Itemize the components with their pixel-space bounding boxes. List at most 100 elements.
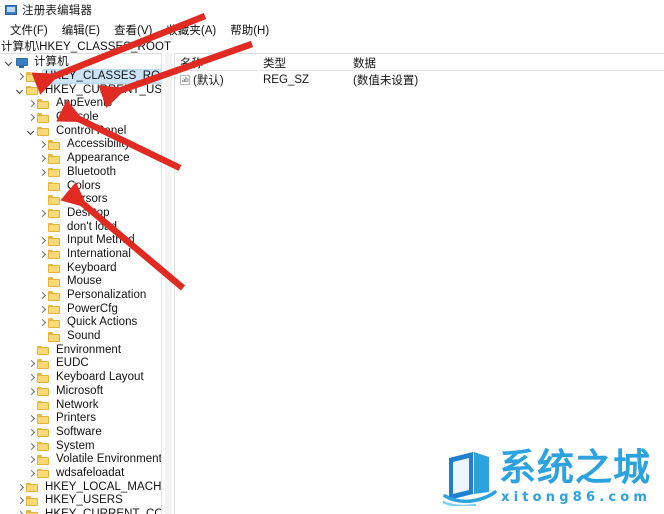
tree-node-environment[interactable]: Environment	[0, 343, 161, 357]
menu-item-edit[interactable]: 编辑(E)	[56, 22, 108, 38]
folder-icon	[37, 345, 51, 356]
chevron-right-icon[interactable]	[26, 371, 37, 384]
folder-icon	[48, 153, 62, 164]
chevron-right-icon[interactable]	[26, 97, 37, 110]
chevron-down-icon[interactable]	[4, 56, 15, 69]
tree-node-console[interactable]: Console	[0, 111, 161, 125]
chevron-right-icon[interactable]	[26, 453, 37, 466]
pane-splitter[interactable]	[161, 53, 175, 514]
tree-node-quick-actions[interactable]: Quick Actions	[0, 316, 161, 330]
tree-node-hkey-local-machine[interactable]: HKEY_LOCAL_MACHINE	[0, 480, 161, 494]
chevron-right-icon[interactable]	[15, 508, 26, 514]
folder-icon	[37, 454, 51, 465]
chevron-down-icon[interactable]	[26, 125, 37, 138]
registry-editor-icon	[4, 3, 18, 17]
tree-node-bluetooth[interactable]: Bluetooth	[0, 166, 161, 180]
tree-scrollbar[interactable]	[165, 53, 172, 514]
chevron-right-icon[interactable]	[26, 440, 37, 453]
tree-node-wdsafeloadat[interactable]: wdsafeloadat	[0, 467, 161, 481]
tree-node-hkey-users[interactable]: HKEY_USERS	[0, 494, 161, 508]
folder-icon	[48, 263, 62, 274]
chevron-right-icon[interactable]	[26, 426, 37, 439]
menu-item-help[interactable]: 帮助(H)	[224, 22, 277, 38]
tree-node-label: Appearance	[67, 152, 130, 165]
chevron-right-icon[interactable]	[26, 385, 37, 398]
folder-icon	[48, 304, 62, 315]
chevron-right-icon[interactable]	[37, 234, 48, 247]
tree-node-label: Quick Actions	[67, 316, 138, 329]
column-header-type[interactable]: 类型	[263, 55, 353, 71]
tree-node-hkey-current-user[interactable]: HKEY_CURRENT_USER	[0, 83, 161, 97]
tree-node-don-t-load[interactable]: don't load	[0, 220, 161, 234]
chevron-right-icon[interactable]	[37, 316, 48, 329]
registry-tree-pane[interactable]: 计算机HKEY_CLASSES_ROOTHKEY_CURRENT_USERApp…	[0, 53, 161, 514]
tree-node-label: wdsafeloadat	[56, 466, 125, 479]
tree-node-keyboard-layout[interactable]: Keyboard Layout	[0, 371, 161, 385]
tree-node-hkey-current-config[interactable]: HKEY_CURRENT_CONFIG	[0, 508, 161, 514]
folder-icon	[37, 112, 51, 123]
tree-node-eudc[interactable]: EUDC	[0, 357, 161, 371]
folder-icon	[26, 71, 40, 82]
tree-node-cursors[interactable]: Cursors	[0, 193, 161, 207]
chevron-right-icon[interactable]	[37, 207, 48, 220]
tree-node-control-panel[interactable]: Control Panel	[0, 124, 161, 138]
header-separator	[175, 70, 664, 71]
chevron-right-icon[interactable]	[15, 494, 26, 507]
tree-node-label: Software	[56, 425, 102, 438]
tree-node-label: Volatile Environment	[56, 453, 161, 466]
chevron-right-icon[interactable]	[37, 248, 48, 261]
tree-node-appevents[interactable]: AppEvents	[0, 97, 161, 111]
menu-item-view[interactable]: 查看(V)	[108, 22, 160, 38]
values-list-pane[interactable]: 名称 类型 数据 ab (默认) REG_SZ (数值未设置)	[175, 53, 664, 514]
tree-node-label: Environment	[56, 343, 122, 356]
folder-icon	[26, 509, 40, 514]
chevron-right-icon[interactable]	[37, 152, 48, 165]
tree-node-software[interactable]: Software	[0, 426, 161, 440]
chevron-right-icon[interactable]	[26, 357, 37, 370]
tree-node-[interactable]: 计算机	[0, 56, 161, 70]
tree-node-appearance[interactable]: Appearance	[0, 152, 161, 166]
tree-node-label: Keyboard Layout	[56, 371, 144, 384]
folder-icon	[48, 276, 62, 287]
tree-node-volatile-environment[interactable]: Volatile Environment	[0, 453, 161, 467]
tree-node-label: Desktop	[67, 206, 110, 219]
tree-node-microsoft[interactable]: Microsoft	[0, 385, 161, 399]
column-header-name[interactable]: 名称	[175, 55, 263, 71]
tree-node-label: PowerCfg	[67, 302, 118, 315]
menu-item-file[interactable]: 文件(F)	[4, 22, 56, 38]
chevron-right-icon[interactable]	[26, 111, 37, 124]
column-header-data[interactable]: 数据	[353, 55, 553, 71]
chevron-right-icon[interactable]	[15, 481, 26, 494]
tree-node-printers[interactable]: Printers	[0, 412, 161, 426]
chevron-right-icon[interactable]	[26, 467, 37, 480]
tree-node-system[interactable]: System	[0, 439, 161, 453]
tree-node-accessibility[interactable]: Accessibility	[0, 138, 161, 152]
menu-item-favorites[interactable]: 收藏夹(A)	[160, 22, 224, 38]
tree-node-powercfg[interactable]: PowerCfg	[0, 302, 161, 316]
chevron-right-icon[interactable]	[37, 138, 48, 151]
chevron-right-icon[interactable]	[37, 166, 48, 179]
tree-node-input-method[interactable]: Input Method	[0, 234, 161, 248]
chevron-right-icon[interactable]	[15, 70, 26, 83]
tree-node-label: Sound	[67, 330, 101, 343]
tree-node-mouse[interactable]: Mouse	[0, 275, 161, 289]
folder-icon	[37, 427, 51, 438]
chevron-right-icon[interactable]	[37, 303, 48, 316]
tree-node-hkey-classes-root[interactable]: HKEY_CLASSES_ROOT	[0, 69, 161, 85]
tree-node-personalization[interactable]: Personalization	[0, 289, 161, 303]
folder-icon	[37, 386, 51, 397]
chevron-right-icon[interactable]	[26, 412, 37, 425]
chevron-down-icon[interactable]	[15, 84, 26, 97]
tree-node-sound[interactable]: Sound	[0, 330, 161, 344]
tree-node-international[interactable]: International	[0, 248, 161, 262]
chevron-right-icon[interactable]	[37, 289, 48, 302]
tree-node-colors[interactable]: Colors	[0, 179, 161, 193]
values-list-row[interactable]: ab (默认) REG_SZ (数值未设置)	[175, 72, 664, 88]
folder-icon	[37, 372, 51, 383]
tree-node-keyboard[interactable]: Keyboard	[0, 261, 161, 275]
tree-node-label: HKEY_LOCAL_MACHINE	[45, 480, 161, 493]
tree-node-desktop[interactable]: Desktop	[0, 207, 161, 221]
tree-node-network[interactable]: Network	[0, 398, 161, 412]
address-bar[interactable]: 计算机\HKEY_CLASSES_ROOT	[0, 38, 664, 53]
